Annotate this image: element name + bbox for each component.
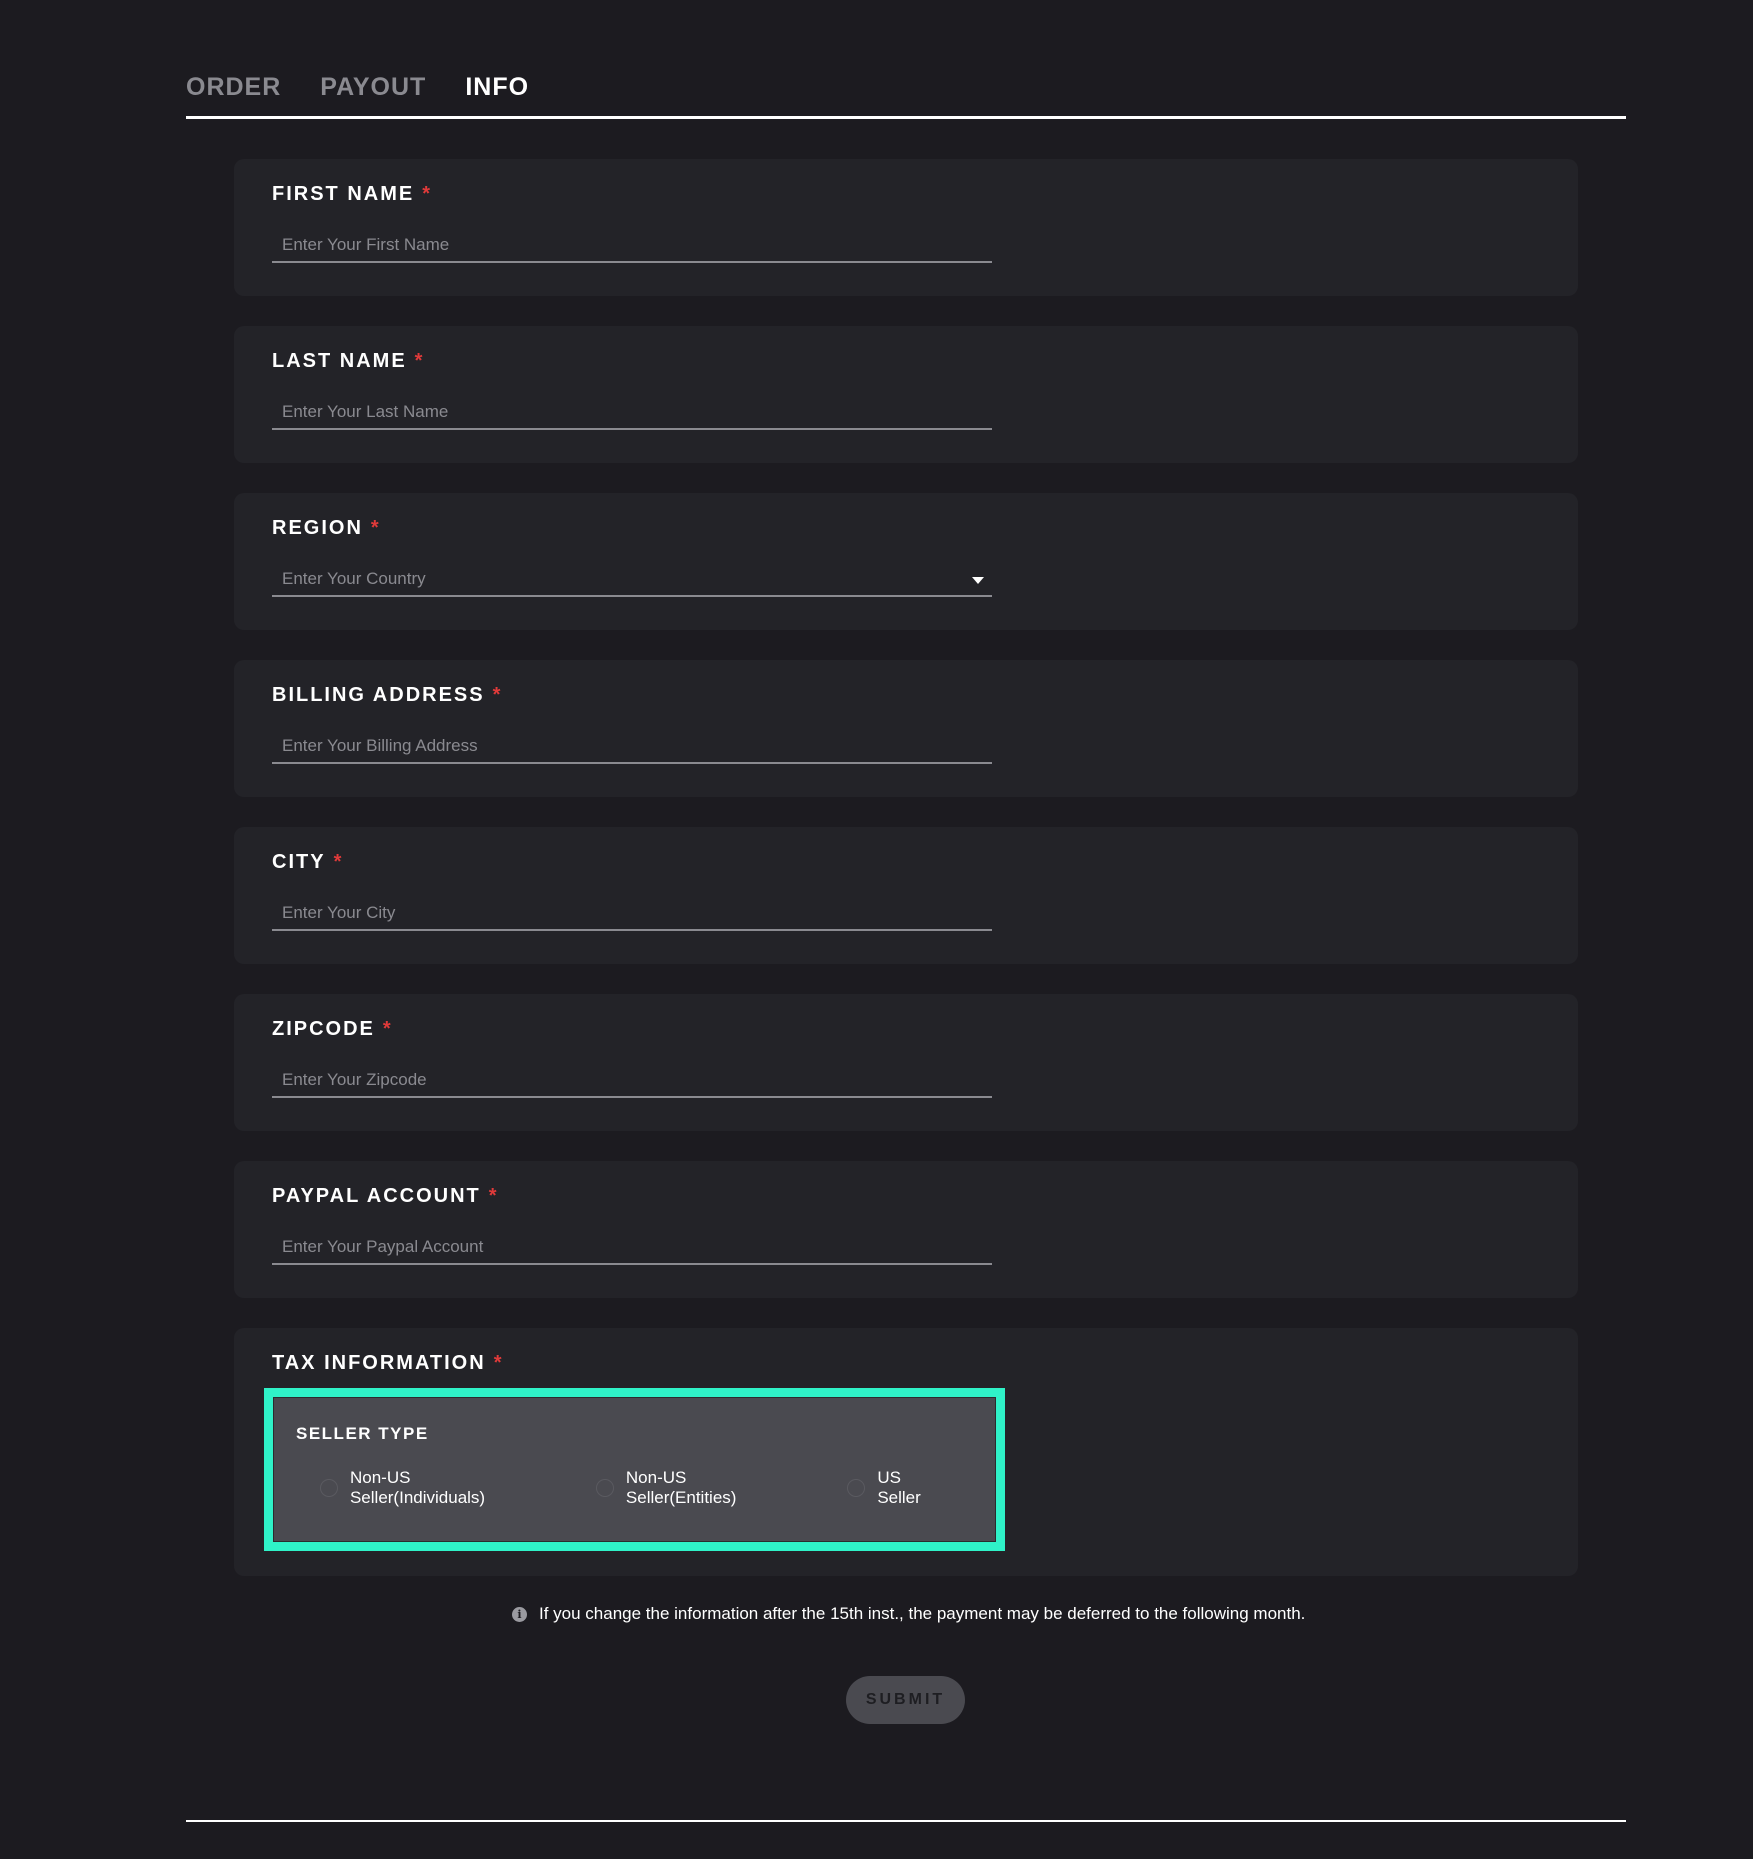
tab-bar: ORDER PAYOUT INFO bbox=[186, 0, 1626, 119]
zipcode-label: ZIPCODE bbox=[272, 1018, 375, 1040]
radio-non-us-entities[interactable]: Non-US Seller(Entities) bbox=[595, 1468, 801, 1508]
city-card: CITY * bbox=[234, 827, 1578, 964]
radio-label[interactable]: Non-US Seller(Individuals) bbox=[350, 1468, 550, 1508]
billing-address-label: BILLING ADDRESS bbox=[272, 684, 485, 706]
caret-down-icon bbox=[972, 577, 984, 584]
radio-label[interactable]: Non-US Seller(Entities) bbox=[626, 1468, 801, 1508]
zipcode-input[interactable] bbox=[272, 1064, 992, 1098]
region-card: REGION * Enter Your Country bbox=[234, 493, 1578, 630]
region-label: REGION bbox=[272, 517, 363, 539]
zipcode-card: ZIPCODE * bbox=[234, 994, 1578, 1131]
page-container: ORDER PAYOUT INFO FIRST NAME * LAST NAME *… bbox=[186, 0, 1626, 1576]
notice-text: If you change the information after the … bbox=[539, 1604, 1306, 1623]
first-name-card: FIRST NAME * bbox=[234, 159, 1578, 296]
required-mark: * bbox=[333, 851, 344, 873]
last-name-label: LAST NAME bbox=[272, 350, 407, 372]
paypal-account-input[interactable] bbox=[272, 1231, 992, 1265]
radio-us-seller[interactable]: US Seller bbox=[847, 1468, 949, 1508]
last-name-card: LAST NAME * bbox=[234, 326, 1578, 463]
first-name-label: FIRST NAME bbox=[272, 183, 415, 205]
region-placeholder: Enter Your Country bbox=[282, 569, 426, 588]
tax-information-card: TAX INFORMATION * SELLER TYPE Non-US Sell… bbox=[234, 1328, 1578, 1576]
paypal-account-label: PAYPAL ACCOUNT bbox=[272, 1185, 481, 1207]
tab-order[interactable]: ORDER bbox=[186, 73, 281, 102]
payment-notice: i If you change the information after th… bbox=[512, 1604, 1305, 1624]
tab-payout[interactable]: PAYOUT bbox=[320, 73, 426, 102]
required-mark: * bbox=[422, 183, 433, 205]
radio-label[interactable]: US Seller bbox=[877, 1468, 949, 1508]
first-name-input[interactable] bbox=[272, 229, 992, 263]
radio-non-us-individuals[interactable]: Non-US Seller(Individuals) bbox=[320, 1468, 550, 1508]
radio-circle-icon[interactable] bbox=[847, 1479, 866, 1497]
bottom-divider bbox=[186, 1820, 1626, 1822]
billing-address-input[interactable] bbox=[272, 730, 992, 764]
seller-type-box: SELLER TYPE Non-US Seller(Individuals) N… bbox=[264, 1388, 1005, 1551]
paypal-account-card: PAYPAL ACCOUNT * bbox=[234, 1161, 1578, 1298]
required-mark: * bbox=[382, 1018, 393, 1040]
tab-info[interactable]: INFO bbox=[465, 73, 529, 102]
city-input[interactable] bbox=[272, 897, 992, 931]
radio-circle-icon[interactable] bbox=[320, 1479, 338, 1497]
seller-type-radio-group: Non-US Seller(Individuals) Non-US Seller… bbox=[320, 1468, 995, 1508]
tax-information-label: TAX INFORMATION bbox=[272, 1352, 486, 1374]
city-label: CITY bbox=[272, 851, 326, 873]
submit-button[interactable]: SUBMIT bbox=[846, 1676, 965, 1724]
required-mark: * bbox=[488, 1185, 499, 1207]
region-select[interactable]: Enter Your Country bbox=[272, 563, 992, 597]
radio-circle-icon[interactable] bbox=[595, 1479, 614, 1497]
last-name-input[interactable] bbox=[272, 396, 992, 430]
info-icon: i bbox=[512, 1606, 527, 1622]
billing-address-card: BILLING ADDRESS * bbox=[234, 660, 1578, 797]
seller-type-title: SELLER TYPE bbox=[296, 1424, 429, 1443]
required-mark: * bbox=[414, 350, 425, 372]
info-form: FIRST NAME * LAST NAME * REGION * Enter You… bbox=[234, 159, 1578, 1606]
required-mark: * bbox=[370, 517, 381, 539]
required-mark: * bbox=[492, 684, 503, 706]
required-mark: * bbox=[493, 1352, 504, 1374]
